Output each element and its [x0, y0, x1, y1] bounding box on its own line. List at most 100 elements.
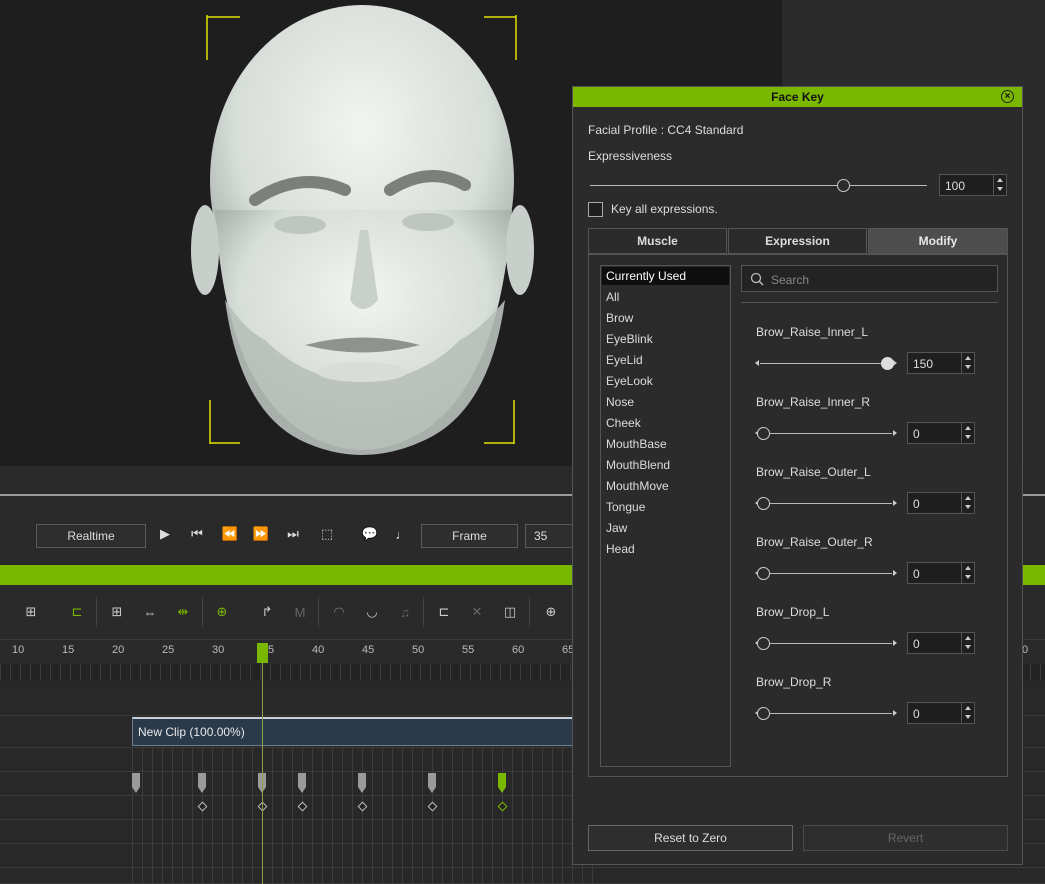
insert-icon[interactable]: ⊞: [106, 601, 128, 623]
category-item[interactable]: Head: [602, 540, 729, 558]
modifier-slider-knob[interactable]: [757, 427, 770, 440]
modifier-spinbox[interactable]: 0: [907, 562, 975, 584]
spin-up-icon[interactable]: [965, 426, 971, 430]
category-item[interactable]: Brow: [602, 309, 729, 327]
category-item[interactable]: Tongue: [602, 498, 729, 516]
add-key-icon[interactable]: ⊕: [211, 601, 233, 623]
tab-muscle[interactable]: Muscle: [588, 228, 727, 254]
zoom-icon[interactable]: ⊕: [540, 601, 562, 623]
rewind-icon[interactable]: ⏪: [220, 524, 240, 544]
frame-mode-dropdown[interactable]: Frame: [421, 524, 518, 548]
category-item[interactable]: MouthBlend: [602, 456, 729, 474]
category-item[interactable]: MouthMove: [602, 477, 729, 495]
modifier-spinbox[interactable]: 150: [907, 352, 975, 374]
modifier-slider[interactable]: [760, 573, 892, 574]
expressiveness-slider-knob[interactable]: [836, 179, 850, 192]
expressiveness-spinbox[interactable]: 100: [939, 174, 1007, 196]
modifier-slider[interactable]: [760, 433, 892, 434]
spin-up-icon[interactable]: [965, 706, 971, 710]
audio-icon[interactable]: ♫: [394, 601, 416, 623]
category-item[interactable]: EyeLid: [602, 351, 729, 369]
modifier-name: Brow_Raise_Outer_L: [756, 465, 871, 479]
realtime-button[interactable]: Realtime: [36, 524, 146, 548]
ruler-number: 25: [162, 644, 175, 656]
key-all-checkbox[interactable]: [588, 202, 603, 217]
spin-up-icon[interactable]: [997, 178, 1003, 182]
track-toggle-icon[interactable]: ⊏: [66, 601, 88, 623]
spin-down-icon[interactable]: [965, 575, 971, 579]
spin-up-icon[interactable]: [965, 356, 971, 360]
expressiveness-slider[interactable]: [590, 185, 927, 186]
spin-down-icon[interactable]: [965, 505, 971, 509]
spin-up-icon[interactable]: [965, 496, 971, 500]
fit-icon[interactable]: ⇹: [172, 601, 194, 623]
modifier-value: 0: [913, 427, 920, 441]
modifier-value: 0: [913, 567, 920, 581]
category-item[interactable]: EyeLook: [602, 372, 729, 390]
remove-track-icon[interactable]: ✕: [466, 601, 488, 623]
category-item[interactable]: Cheek: [602, 414, 729, 432]
reset-to-zero-button[interactable]: Reset to Zero: [588, 825, 793, 851]
category-item[interactable]: Nose: [602, 393, 729, 411]
category-item[interactable]: All: [602, 288, 729, 306]
modifier-slider[interactable]: [760, 643, 892, 644]
mouth-icon[interactable]: ◡: [361, 601, 383, 623]
spin-down-icon[interactable]: [965, 715, 971, 719]
facial-profile-label: Facial Profile : CC4 Standard: [588, 123, 744, 137]
next-key-icon[interactable]: ⏭: [283, 524, 303, 544]
category-item[interactable]: Currently Used: [602, 267, 729, 285]
spin-down-icon[interactable]: [965, 645, 971, 649]
lip-sync-icon[interactable]: ◠: [328, 601, 350, 623]
modifier-slider[interactable]: [760, 503, 892, 504]
search-input[interactable]: Search: [741, 265, 998, 292]
fast-forward-icon[interactable]: ⏩: [251, 524, 271, 544]
spin-up-icon[interactable]: [965, 636, 971, 640]
play-icon[interactable]: ▶: [155, 524, 175, 544]
spin-down-icon[interactable]: [965, 365, 971, 369]
modifier-spinbox[interactable]: 0: [907, 422, 975, 444]
add-track-icon[interactable]: ⊏: [433, 601, 455, 623]
modifier-slider[interactable]: [760, 713, 892, 714]
category-item[interactable]: Jaw: [602, 519, 729, 537]
motion-clip[interactable]: New Clip (100.00%): [132, 717, 574, 746]
previous-key-icon[interactable]: ⏮: [187, 524, 207, 544]
slider-right-arrow-icon[interactable]: [893, 500, 897, 506]
revert-button[interactable]: Revert: [803, 825, 1008, 851]
modifier-spinbox[interactable]: 0: [907, 492, 975, 514]
slider-right-arrow-icon[interactable]: [893, 640, 897, 646]
music-note-icon[interactable]: ♩: [392, 524, 412, 544]
modifier-slider-knob[interactable]: [881, 357, 894, 370]
loop-icon[interactable]: ⬚: [317, 524, 337, 544]
motion-layer-icon[interactable]: M: [289, 601, 311, 623]
modifier-slider-knob[interactable]: [757, 567, 770, 580]
spin-down-icon[interactable]: [965, 435, 971, 439]
spin-down-icon[interactable]: [997, 187, 1003, 191]
modifier-slider[interactable]: [760, 363, 892, 364]
frame-number-field[interactable]: 35: [525, 524, 573, 548]
tab-modify[interactable]: Modify: [868, 228, 1008, 254]
track-filter-icon[interactable]: ⊞: [20, 601, 42, 623]
slider-right-arrow-icon[interactable]: [893, 570, 897, 576]
category-item[interactable]: MouthBase: [602, 435, 729, 453]
modifier-spinbox[interactable]: 0: [907, 702, 975, 724]
dialog-titlebar[interactable]: Face Key ×: [573, 87, 1022, 107]
split-icon[interactable]: ◫: [499, 601, 521, 623]
tab-expression[interactable]: Expression: [728, 228, 867, 254]
slider-left-arrow-icon[interactable]: [755, 360, 759, 366]
close-icon[interactable]: ×: [1001, 90, 1014, 103]
playhead-handle[interactable]: [257, 643, 268, 663]
motion-path-icon[interactable]: ↱: [256, 601, 278, 623]
modify-tab-panel: Currently Used All Brow EyeBlink EyeLid EyeLo…: [588, 254, 1008, 777]
category-item[interactable]: EyeBlink: [602, 330, 729, 348]
stretch-icon[interactable]: ⇔: [139, 601, 161, 623]
modifier-spinbox[interactable]: 0: [907, 632, 975, 654]
modifier-slider-knob[interactable]: [757, 637, 770, 650]
modifier-slider-knob[interactable]: [757, 497, 770, 510]
spin-up-icon[interactable]: [965, 566, 971, 570]
slider-right-arrow-icon[interactable]: [893, 710, 897, 716]
slider-right-arrow-icon[interactable]: [893, 430, 897, 436]
subtitle-icon[interactable]: 💬: [360, 524, 380, 544]
category-list[interactable]: Currently Used All Brow EyeBlink EyeLid EyeLo…: [600, 265, 731, 767]
modifier-slider-knob[interactable]: [757, 707, 770, 720]
ruler-number: 30: [212, 644, 225, 656]
